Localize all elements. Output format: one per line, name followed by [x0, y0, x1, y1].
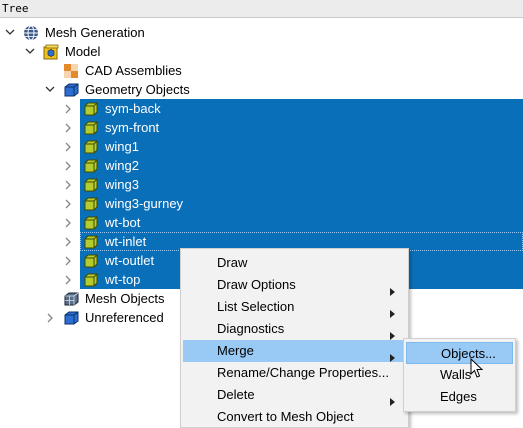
object-cube-icon	[83, 215, 99, 231]
menu-item-label: Convert to Mesh Object	[217, 409, 354, 424]
selection-highlight	[80, 175, 523, 194]
tree-node-label: wt-outlet	[105, 253, 155, 268]
chevron-down-icon[interactable]	[5, 23, 15, 42]
submenu-item-label: Edges	[440, 389, 477, 404]
chevron-right-icon[interactable]	[63, 251, 73, 270]
object-cube-icon	[83, 177, 99, 193]
menu-item-draw-options[interactable]: Draw Options	[183, 274, 407, 296]
chevron-right-icon[interactable]	[63, 99, 73, 118]
object-cube-icon	[83, 253, 99, 269]
menu-item-list-selection[interactable]: List Selection	[183, 296, 407, 318]
tree-node-label: Mesh Objects	[85, 291, 165, 306]
chevron-right-icon[interactable]	[63, 270, 73, 289]
tree-node-label: Geometry Objects	[85, 82, 190, 97]
menu-item-convert-to-mesh-object[interactable]: Convert to Mesh Object	[183, 406, 407, 428]
menu-item-delete[interactable]: Delete	[183, 384, 407, 406]
chevron-right-icon[interactable]	[63, 213, 73, 232]
menu-item-diagnostics[interactable]: Diagnostics	[183, 318, 407, 340]
tree-node-label: wt-top	[105, 272, 141, 287]
selection-highlight	[80, 213, 523, 232]
menu-item-label: Delete	[217, 387, 255, 402]
selection-highlight	[80, 156, 523, 175]
tree-node-label: wing3	[105, 177, 139, 192]
selection-highlight	[80, 137, 523, 156]
menu-item-merge[interactable]: Merge	[183, 340, 407, 362]
tree-node-label: sym-front	[105, 120, 160, 135]
tree-node-label: wing1	[105, 139, 139, 154]
mouse-pointer-icon	[470, 357, 484, 382]
tree-node-label: wt-inlet	[105, 234, 147, 249]
tree-node-label: wt-bot	[105, 215, 141, 230]
chevron-right-icon[interactable]	[63, 118, 73, 137]
tree-node-label: sym-back	[105, 101, 161, 116]
tree-panel-title: Tree	[0, 0, 523, 18]
tree-node-label: Mesh Generation	[45, 25, 145, 40]
tree-node-label: CAD Assemblies	[85, 63, 182, 78]
menu-item-draw[interactable]: Draw	[183, 252, 407, 274]
chevron-down-icon[interactable]	[45, 80, 55, 99]
chevron-right-icon[interactable]	[63, 232, 73, 251]
menu-item-label: List Selection	[217, 299, 295, 314]
context-menu: Draw Draw Options List Selection Diagnos…	[180, 248, 409, 428]
tree-node-label: wing3-gurney	[105, 196, 184, 211]
submenu-item-label: Objects...	[441, 346, 496, 361]
menu-item-label: Draw	[217, 255, 248, 270]
submenu-item-edges[interactable]: Edges	[406, 386, 513, 408]
submenu-item-walls[interactable]: Walls	[406, 364, 513, 386]
object-cube-icon	[83, 101, 99, 117]
globe-icon	[23, 25, 39, 41]
submenu-item-objects[interactable]: Objects...	[406, 342, 513, 364]
chevron-right-icon[interactable]	[45, 308, 55, 327]
cad-assemblies-icon	[63, 63, 79, 79]
menu-item-label: Draw Options	[217, 277, 296, 292]
merge-submenu: Objects... Walls Edges	[403, 338, 516, 412]
unreferenced-icon	[63, 310, 79, 326]
chevron-down-icon[interactable]	[25, 42, 35, 61]
object-cube-icon	[83, 234, 99, 250]
chevron-right-icon[interactable]	[63, 156, 73, 175]
object-cube-icon	[83, 120, 99, 136]
mesh-cube-icon	[63, 291, 79, 307]
chevron-right-icon[interactable]	[63, 137, 73, 156]
geometry-cube-icon	[63, 82, 79, 98]
submenu-item-label: Walls	[440, 367, 472, 382]
object-cube-icon	[83, 158, 99, 174]
chevron-right-icon[interactable]	[63, 175, 73, 194]
object-cube-icon	[83, 196, 99, 212]
menu-item-rename[interactable]: Rename/Change Properties...	[183, 362, 407, 384]
object-cube-icon	[83, 139, 99, 155]
tree-node-label: Model	[65, 44, 101, 59]
object-cube-icon	[83, 272, 99, 288]
menu-item-label: Diagnostics	[217, 321, 285, 336]
menu-item-label: Rename/Change Properties...	[217, 365, 389, 380]
model-box-icon	[43, 44, 59, 60]
tree-node-label: Unreferenced	[85, 310, 164, 325]
chevron-right-icon[interactable]	[63, 194, 73, 213]
tree-node-label: wing2	[105, 158, 139, 173]
menu-item-label: Merge	[217, 343, 254, 358]
